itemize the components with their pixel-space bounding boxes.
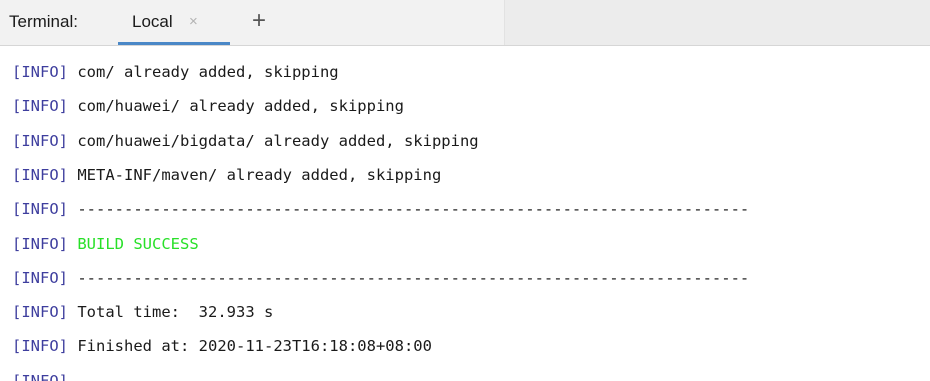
- terminal-line: [INFO] ---------------------------------…: [12, 197, 749, 221]
- terminal-line-text: ----------------------------------------…: [68, 268, 750, 287]
- tab-local-label[interactable]: Local: [132, 12, 173, 32]
- add-tab-plus-icon[interactable]: +: [247, 9, 271, 33]
- terminal-line: [INFO] com/huawei/ already added, skippi…: [12, 94, 404, 118]
- info-tag: INFO: [21, 234, 59, 253]
- info-tag-open-bracket: [: [12, 200, 22, 219]
- info-tag-close-bracket: ]: [58, 268, 69, 287]
- terminal-line-text: Finished at: 2020-11-23T16:18:08+08:00: [68, 337, 432, 356]
- terminal-tab-bar: Terminal: Local × +: [0, 0, 930, 46]
- info-tag-close-bracket: ]: [58, 337, 69, 356]
- info-tag-open-bracket: [: [12, 165, 22, 184]
- info-tag-close-bracket: ]: [58, 165, 69, 184]
- terminal-line: [INFO] Total time: 32.933 s: [12, 300, 273, 324]
- tab-local[interactable]: Local ×: [118, 0, 230, 45]
- active-tab-indicator: [118, 42, 230, 45]
- info-tag: INFO: [21, 200, 59, 219]
- info-tag-close-bracket: ]: [58, 63, 69, 81]
- info-tag-open-bracket: [: [12, 131, 22, 150]
- terminal-window: Terminal: Local × + [INFO] com/ already …: [0, 0, 930, 381]
- terminal-output[interactable]: [INFO] com/ already added, skipping [INFO…: [0, 46, 930, 381]
- info-tag-close-bracket: ]: [58, 371, 69, 381]
- terminal-line: [INFO] ---------------------------------…: [12, 266, 749, 290]
- info-tag-open-bracket: [: [12, 97, 22, 116]
- info-tag-open-bracket: [: [12, 63, 22, 81]
- terminal-line-text: ----------------------------------------…: [68, 200, 750, 219]
- info-tag: INFO: [21, 268, 59, 287]
- terminal-line-text: com/huawei/bigdata/ already added, skipp…: [68, 131, 479, 150]
- info-tag: INFO: [21, 131, 59, 150]
- info-tag-close-bracket: ]: [58, 131, 69, 150]
- info-tag: INFO: [21, 371, 59, 381]
- info-tag: INFO: [21, 165, 59, 184]
- terminal-line: [INFO] BUILD SUCCESS: [12, 232, 199, 256]
- terminal-line: [INFO] ---------------------------------…: [12, 369, 749, 381]
- info-tag-close-bracket: ]: [58, 303, 69, 322]
- info-tag-open-bracket: [: [12, 303, 22, 322]
- info-tag-open-bracket: [: [12, 337, 22, 356]
- info-tag-open-bracket: [: [12, 371, 22, 381]
- build-success-text: BUILD SUCCESS: [68, 234, 199, 253]
- terminal-line: [INFO] META-INF/maven/ already added, sk…: [12, 163, 441, 187]
- info-tag-open-bracket: [: [12, 234, 22, 253]
- info-tag: INFO: [21, 337, 59, 356]
- info-tag-close-bracket: ]: [58, 234, 69, 253]
- terminal-line-text: Total time: 32.933 s: [68, 303, 274, 322]
- info-tag: INFO: [21, 303, 59, 322]
- info-tag: INFO: [21, 63, 59, 81]
- close-icon[interactable]: ×: [189, 12, 198, 32]
- terminal-line-text: com/ already added, skipping: [68, 63, 339, 81]
- info-tag-open-bracket: [: [12, 268, 22, 287]
- terminal-line-text: com/huawei/ already added, skipping: [68, 97, 404, 116]
- terminal-line-text: META-INF/maven/ already added, skipping: [68, 165, 442, 184]
- terminal-title: Terminal:: [9, 12, 78, 31]
- terminal-line-text: ----------------------------------------…: [68, 371, 750, 381]
- terminal-line: [INFO] com/ already added, skipping: [12, 60, 339, 84]
- terminal-line: [INFO] Finished at: 2020-11-23T16:18:08+…: [12, 334, 432, 358]
- info-tag: INFO: [21, 97, 59, 116]
- info-tag-close-bracket: ]: [58, 97, 69, 116]
- terminal-line: [INFO] com/huawei/bigdata/ already added…: [12, 129, 479, 153]
- tab-bar-empty-area: [504, 0, 930, 45]
- info-tag-close-bracket: ]: [58, 200, 69, 219]
